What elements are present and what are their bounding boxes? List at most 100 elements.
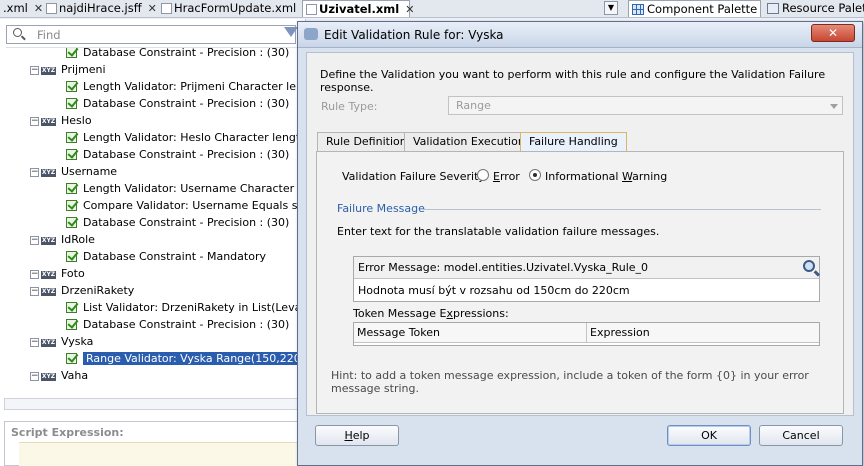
column-header-expression[interactable]: Expression [587, 323, 819, 343]
tree-node-label: Vyska [61, 335, 94, 348]
horizontal-scrollbar[interactable] [4, 398, 302, 410]
search-icon[interactable] [803, 260, 815, 272]
label-part: pressions: [452, 307, 509, 320]
tree-node-attribute[interactable]: − XYZ Heslo [30, 112, 92, 129]
editor-tab-uzivatel[interactable]: Uzivatel.xml ✕ [302, 0, 414, 17]
tree-node-rule[interactable]: Length Validator: Prijmeni Character len… [66, 78, 306, 95]
attribute-icon: XYZ [41, 169, 56, 177]
script-expression-label: Script Expression: [11, 426, 124, 439]
tree-node-label: Database Constraint - Precision : (30) [83, 318, 290, 331]
dialog-app-icon [304, 28, 318, 40]
tree-node-label: List Validator: DrzeniRakety in List(Lev… [83, 301, 306, 314]
tree-node-attribute[interactable]: − XYZ DrzeniRakety [30, 282, 134, 299]
tab-rule-definition[interactable]: Rule Definition [317, 132, 416, 151]
tree-node-attribute[interactable]: − XYZ Vyska [30, 333, 93, 350]
tree-node-attribute[interactable]: − XYZ Vaha [30, 367, 88, 384]
severity-error-label[interactable]: Error [493, 170, 520, 183]
tree-node-rule[interactable]: Database Constraint - Precision : (30) [66, 316, 289, 333]
tab-validation-execution[interactable]: Validation Execution [404, 132, 534, 151]
tab-failure-handling[interactable]: Failure Handling [520, 132, 627, 152]
collapse-icon[interactable]: − [30, 270, 39, 279]
cancel-button[interactable]: Cancel [759, 425, 843, 446]
tree-node-label: Database Constraint - Precision : (30) [83, 47, 290, 59]
tab-label: Uzivatel.xml [319, 2, 400, 16]
edit-validation-rule-dialog: Edit Validation Rule for: Vyska ✕ Define… [297, 21, 863, 466]
hint-text: Hint: to add a token message expression,… [331, 369, 809, 395]
close-tab-icon[interactable]: ✕ [34, 2, 43, 15]
rule-type-select: Range [448, 96, 843, 115]
tree-node-label: Length Validator: Heslo Character length… [83, 131, 306, 144]
error-message-text[interactable]: Hodnota musí být v rozsahu od 150cm do 2… [358, 284, 630, 297]
script-expression-editor[interactable] [19, 442, 299, 466]
tree-node-attribute[interactable]: − XYZ IdRole [30, 231, 95, 248]
collapse-icon[interactable]: − [30, 287, 39, 296]
failure-handling-panel: Validation Failure Severity Error Inform… [316, 151, 844, 414]
validation-rule-icon [66, 81, 77, 92]
tree-node-rule[interactable]: Compare Validator: Username Equals selec… [66, 197, 306, 214]
editor-tab-najdihrace[interactable]: najdiHrace.jsff ✕ [43, 0, 157, 17]
editor-tab-hracformupdate[interactable]: HracFormUpdate.xml✕ [158, 0, 311, 17]
tree-node-rule[interactable]: Length Validator: Heslo Character length… [66, 129, 306, 146]
tree-node-rule[interactable]: Database Constraint - Mandatory [66, 248, 266, 265]
error-message-key: Error Message: model.entities.Uzivatel.V… [358, 261, 649, 274]
rule-type-label: Rule Type: [321, 100, 378, 113]
attribute-icon: XYZ [41, 67, 56, 75]
tree-node-label: Foto [61, 267, 85, 280]
tree-node-label: Length Validator: Username Character len… [83, 182, 306, 195]
severity-warning-radio[interactable] [529, 169, 541, 181]
collapse-icon[interactable]: − [30, 372, 39, 381]
tree-node-rule[interactable]: List Validator: DrzeniRakety in List(Lev… [66, 299, 306, 316]
tree-node-rule[interactable]: Database Constraint - Precision : (30) [66, 95, 289, 112]
mnemonic: E [493, 170, 500, 183]
tree-node-attribute[interactable]: − XYZ Username [30, 163, 117, 180]
search-icon [13, 28, 22, 37]
close-dialog-button[interactable]: ✕ [811, 24, 855, 42]
collapse-icon[interactable]: − [30, 168, 39, 177]
validation-rule-icon [66, 149, 77, 160]
tab-component-palette[interactable]: Component Palette [628, 0, 761, 17]
validation-rule-icon [66, 183, 77, 194]
label-part: Token Message E [353, 307, 447, 320]
label-part: arning [632, 170, 668, 183]
severity-label: Validation Failure Severity [342, 170, 485, 183]
tree-node-rule[interactable]: Database Constraint - Precision : (30) [66, 146, 289, 163]
token-expressions-table[interactable]: Message Token Expression [353, 322, 820, 346]
tree-node-label: Range Validator: Vyska Range(150,220) [83, 352, 306, 365]
editor-tab-bar: .xml ✕ najdiHrace.jsff ✕ HracFormUpdate.xm… [0, 0, 864, 18]
column-header-message-token[interactable]: Message Token [354, 323, 587, 343]
validation-rule-icon [66, 302, 77, 313]
tab-list-dropdown-icon[interactable]: ▼ [604, 1, 618, 15]
tree-node-rule[interactable]: Length Validator: Username Character len… [66, 180, 306, 197]
resource-palette-icon [767, 3, 779, 14]
tree-node-attribute[interactable]: − XYZ Prijmeni [30, 61, 106, 78]
tab-resource-palette[interactable]: Resource Palette [764, 0, 864, 17]
tree-node-label: Username [61, 165, 118, 178]
tree-node-rule[interactable]: Database Constraint - Precision : (30) [66, 47, 290, 61]
close-tab-icon[interactable]: ✕ [405, 3, 414, 16]
find-input[interactable]: Find [6, 25, 296, 44]
editor-tab-xml[interactable]: .xml ✕ [0, 0, 43, 17]
tree-node-rule[interactable]: Range Validator: Vyska Range(150,220) [66, 350, 306, 367]
tree-node-label: Compare Validator: Username Equals selec… [83, 199, 306, 212]
severity-error-radio[interactable] [477, 169, 489, 181]
severity-warning-label[interactable]: Informational Warning [545, 170, 667, 183]
close-tab-icon[interactable]: ✕ [148, 2, 157, 15]
tree-node-label: Heslo [61, 114, 92, 127]
tree-node-label: Database Constraint - Mandatory [83, 250, 266, 263]
tree-node-rule[interactable]: Database Constraint - Precision : (30) [66, 214, 289, 231]
entity-file-icon [306, 4, 317, 15]
collapse-icon[interactable]: − [30, 117, 39, 126]
ok-button[interactable]: OK [667, 425, 751, 446]
collapse-icon[interactable]: − [30, 338, 39, 347]
collapse-icon[interactable]: − [30, 66, 39, 75]
token-expressions-label: Token Message Expressions: [353, 307, 509, 320]
help-button[interactable]: Help [315, 425, 399, 446]
validation-rule-icon [66, 319, 77, 330]
tree-node-attribute[interactable]: − XYZ Foto [30, 265, 85, 282]
attribute-icon: XYZ [41, 373, 56, 381]
validation-rule-icon [66, 132, 77, 143]
label-part: rror [499, 170, 520, 183]
tree-node-label: IdRole [61, 233, 95, 246]
collapse-icon[interactable]: − [30, 236, 39, 245]
filter-icon[interactable] [284, 27, 298, 37]
